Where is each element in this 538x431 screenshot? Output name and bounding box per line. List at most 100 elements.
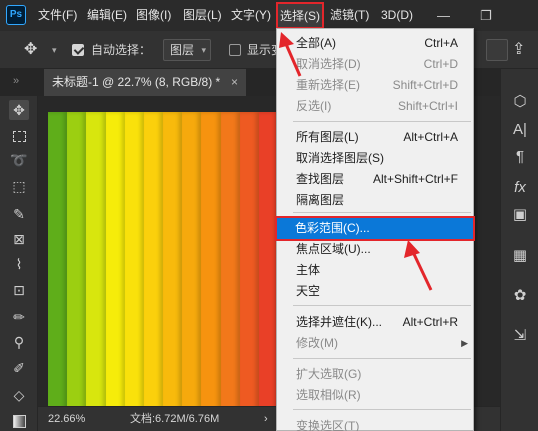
menu-3d[interactable]: 3D(D) (381, 0, 413, 31)
menu-item-6[interactable]: 取消选择图层(S) (278, 148, 472, 169)
menu-item-label: 取消选择(D) (296, 57, 361, 71)
menu-item-shortcut: Shift+Ctrl+I (397, 99, 458, 113)
document-tab[interactable]: 未标题-1 @ 22.7% (8, RGB/8) * × (44, 69, 246, 96)
marquee-tool-icon[interactable] (9, 125, 29, 145)
artwork-image (48, 112, 279, 406)
menu-item-16[interactable]: 选取相似(R) (278, 385, 472, 406)
close-icon[interactable]: × (231, 69, 238, 96)
share-icon[interactable]: ⇪ (512, 39, 525, 61)
menu-item-label: 重新选择(E) (296, 78, 360, 92)
brush-quick-select-icon[interactable]: ✎ (9, 204, 29, 224)
artwork-stripe (201, 112, 221, 406)
menu-item-label: 隔离图层 (296, 193, 345, 207)
lasso-tool-icon[interactable]: ➰ (9, 150, 29, 170)
clone-stamp-icon[interactable]: ⚲ (9, 332, 29, 352)
menu-item-label: 天空 (296, 284, 321, 298)
menu-separator (293, 121, 471, 122)
menu-item-shortcut: Ctrl+A (424, 36, 458, 50)
menu-item-10[interactable]: 焦点区域(U)... (278, 239, 472, 260)
show-transform-checkbox[interactable] (229, 39, 241, 61)
select-dropdown-menu: 全部(A) Ctrl+A 取消选择(D) Ctrl+D 重新选择(E) Shift+Ctr… (275, 28, 475, 431)
table-icon[interactable]: ▦ (509, 245, 531, 267)
menu-image[interactable]: 图像(I) (136, 0, 171, 31)
move-tool-icon[interactable]: ✥ (24, 39, 37, 61)
menu-item-label: 选取相似(R) (296, 388, 361, 402)
menu-item-shortcut: Alt+Ctrl+R (402, 315, 458, 329)
menu-item-15[interactable]: 扩大选取(G) (278, 364, 472, 385)
menu-bar: Ps 文件(F) 编辑(E) 图像(I) 图层(L) 文字(Y) 选择(S) 滤… (0, 0, 538, 31)
menu-item-label: 焦点区域(U)... (296, 242, 371, 256)
artwork-stripe (163, 112, 183, 406)
submenu-arrow-icon: ▶ (461, 338, 468, 348)
menu-item-5[interactable]: 所有图层(L) Alt+Ctrl+A (278, 127, 472, 148)
menu-separator (293, 358, 471, 359)
menu-item-17[interactable]: 变换选区(T) (278, 416, 472, 431)
artwork-stripe (182, 112, 202, 406)
menu-item-color-range[interactable]: 色彩范围(C)... (275, 216, 475, 241)
eraser-tool-icon[interactable]: ◇ (9, 385, 29, 405)
move-tool-icon[interactable]: ✥ (9, 100, 29, 120)
auto-select-checkbox[interactable] (72, 39, 84, 61)
chevron-down-icon[interactable]: ▾ (52, 39, 57, 61)
menu-item-label: 所有图层(L) (296, 130, 359, 144)
history-brush-icon[interactable]: ✐ (9, 358, 29, 378)
menu-item-3[interactable]: 重新选择(E) Shift+Ctrl+D (278, 75, 472, 96)
menu-layer[interactable]: 图层(L) (183, 0, 222, 31)
menu-item-shortcut: Ctrl+D (423, 57, 458, 71)
menu-file[interactable]: 文件(F) (38, 0, 77, 31)
menu-item-8[interactable]: 隔离图层 (278, 190, 472, 211)
paragraph-icon[interactable]: ¶ (509, 146, 531, 168)
menu-separator (293, 305, 471, 306)
align-icon[interactable] (486, 39, 508, 61)
properties-icon[interactable]: ▣ (509, 204, 531, 226)
menu-item-7[interactable]: 查找图层 Alt+Shift+Ctrl+F (278, 169, 472, 190)
tools-panel: ✥ ➰ ⬚ ✎ ⊠ ⌇ ⊡ ✏ ⚲ ✐ ◇ (0, 96, 38, 431)
character-icon[interactable]: A| (509, 119, 531, 141)
auto-select-value: 图层 (170, 43, 195, 57)
adjustments-icon[interactable]: ⇲ (509, 325, 531, 347)
menu-item-label: 查找图层 (296, 172, 345, 186)
menu-item-label: 全部(A) (296, 36, 336, 50)
menu-item-14[interactable]: 修改(M) ▶ (278, 333, 472, 354)
menu-item-label: 选择并遮住(K)... (296, 315, 382, 329)
healing-brush-icon[interactable]: ⊡ (9, 280, 29, 300)
3d-icon[interactable]: ⬡ (509, 91, 531, 113)
menu-item-label: 色彩范围(C)... (295, 221, 370, 235)
auto-select-dropdown[interactable]: 图层 ▾ (163, 39, 211, 61)
menu-item-2[interactable]: 取消选择(D) Ctrl+D (278, 54, 472, 75)
artwork-stripe (67, 112, 87, 406)
collapse-panel-icon[interactable]: » (6, 71, 26, 91)
object-selection-tool-icon[interactable]: ⬚ (9, 176, 29, 196)
palette-icon[interactable]: ✿ (509, 285, 531, 307)
gradient-tool-icon[interactable] (9, 410, 29, 430)
menu-item-shortcut: Shift+Ctrl+D (392, 78, 458, 92)
menu-item-13[interactable]: 选择并遮住(K)... Alt+Ctrl+R (278, 312, 472, 333)
restore-button[interactable]: ❐ (480, 0, 492, 31)
menu-item-4[interactable]: 反选(I) Shift+Ctrl+I (278, 96, 472, 117)
menu-type[interactable]: 文字(Y) (231, 0, 271, 31)
panels-dock: ⬡ A| ¶ fx ▣ ▦ ✿ ⇲ (500, 69, 538, 431)
menu-separator (293, 409, 471, 410)
menu-filter[interactable]: 滤镜(T) (330, 0, 369, 31)
menu-item-12[interactable]: 天空 (278, 281, 472, 302)
menu-item-label: 取消选择图层(S) (296, 151, 384, 165)
menu-item-label: 扩大选取(G) (296, 367, 362, 381)
menu-item-11[interactable]: 主体 (278, 260, 472, 281)
status-arrow-icon[interactable]: › (264, 407, 268, 431)
artwork-stripe (105, 112, 125, 406)
menu-edit[interactable]: 编辑(E) (87, 0, 127, 31)
eyedropper-tool-icon[interactable]: ⌇ (9, 254, 29, 274)
menu-item-shortcut: Alt+Shift+Ctrl+F (372, 172, 458, 186)
menu-select[interactable]: 选择(S) (276, 2, 324, 29)
brush-tool-icon[interactable]: ✏ (9, 307, 29, 327)
artwork-stripe (48, 112, 68, 406)
checkbox-checked-icon (72, 44, 84, 56)
fx-icon[interactable]: fx (509, 177, 531, 199)
artwork-stripe (124, 112, 144, 406)
minimize-button[interactable]: — (437, 0, 450, 31)
menu-item-1[interactable]: 全部(A) Ctrl+A (278, 33, 472, 54)
crop-tool-icon[interactable]: ⊠ (9, 229, 29, 249)
zoom-level[interactable]: 22.66% (48, 407, 85, 431)
auto-select-label: 自动选择： (91, 43, 152, 57)
checkbox-icon (229, 44, 241, 56)
